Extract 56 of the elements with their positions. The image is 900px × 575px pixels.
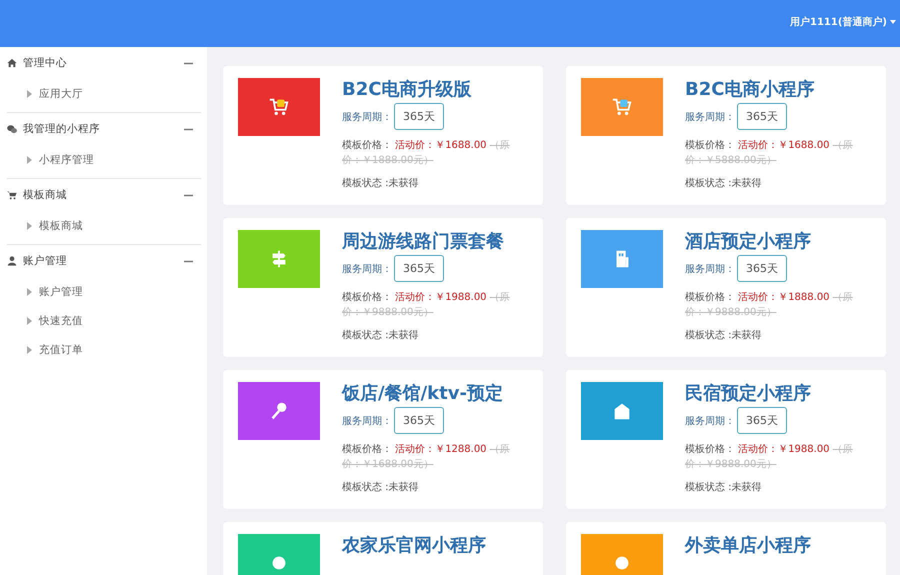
period-badge: 365天 (394, 255, 444, 282)
template-title[interactable]: 外卖单店小程序 (685, 534, 811, 558)
menu-item[interactable]: 模板商城 (39, 218, 83, 232)
menu-group-title[interactable]: 模板商城 (23, 188, 178, 202)
menu-group-title[interactable]: 管理中心 (23, 56, 178, 70)
price-text: 模板价格： 活动价：￥1988.00 （原价：￥9888.00元） (685, 442, 854, 472)
triangle-icon (27, 346, 32, 354)
menu-item[interactable]: 快速充值 (39, 314, 83, 328)
period-badge: 365天 (737, 103, 787, 130)
template-title[interactable]: 周边游线路门票套餐 (342, 230, 504, 254)
status-text: 模板状态 :未获得 (685, 480, 762, 494)
menu-item[interactable]: 小程序管理 (39, 152, 94, 166)
template-title[interactable]: 酒店预定小程序 (685, 230, 811, 254)
price-text: 模板价格： 活动价：￥1988.00 （原价：￥9888.00元） (342, 290, 511, 320)
period-label: 服务周期： (342, 262, 392, 276)
status-text: 模板状态 :未获得 (685, 176, 762, 190)
price-text: 模板价格： 活动价：￥1688.00 （原价：￥1888.00元） (342, 138, 511, 168)
cart-icon (268, 96, 290, 118)
price-text: 模板价格： 活动价：￥1288.00 （原价：￥1688.00元） (342, 442, 511, 472)
template-title[interactable]: 农家乐官网小程序 (342, 534, 486, 558)
template-title[interactable]: B2C电商小程序 (685, 78, 814, 102)
user-menu[interactable]: 用户1111(普通商户) (790, 14, 900, 28)
period-badge: 365天 (737, 255, 787, 282)
triangle-icon (27, 90, 32, 98)
template-title[interactable]: B2C电商升级版 (342, 78, 472, 102)
menu-group-title[interactable]: 账户管理 (23, 254, 178, 268)
status-text: 模板状态 :未获得 (342, 328, 419, 342)
period-label: 服务周期： (685, 262, 735, 276)
triangle-icon (27, 156, 32, 164)
period-badge: 365天 (737, 407, 787, 434)
home-icon (7, 58, 17, 68)
menu-group-title[interactable]: 我管理的小程序 (23, 122, 178, 136)
menu-item[interactable]: 充值订单 (39, 342, 83, 356)
period-badge: 365天 (394, 103, 444, 130)
period-label: 服务周期： (685, 110, 735, 124)
triangle-icon (27, 316, 32, 324)
cart-icon (611, 96, 633, 118)
period-label: 服务周期： (685, 414, 735, 428)
chat-bubbles-icon (7, 124, 17, 134)
template-title[interactable]: 饭店/餐馆/ktv-预定 (342, 382, 503, 406)
period-label: 服务周期： (342, 414, 392, 428)
period-label: 服务周期： (342, 110, 392, 124)
price-text: 模板价格： 活动价：￥1688.00 （原价：￥5888.00元） (685, 138, 854, 168)
period-badge: 365天 (394, 407, 444, 434)
template-title[interactable]: 民宿预定小程序 (685, 382, 811, 406)
status-text: 模板状态 :未获得 (342, 480, 419, 494)
caret-icon (890, 20, 896, 24)
status-text: 模板状态 :未获得 (685, 328, 762, 342)
user-icon (7, 256, 17, 266)
triangle-icon (27, 288, 32, 296)
menu-item[interactable]: 应用大厅 (39, 86, 83, 100)
menu-item[interactable]: 账户管理 (39, 284, 83, 298)
status-text: 模板状态 :未获得 (342, 176, 419, 190)
triangle-icon (27, 222, 32, 230)
cart-icon (7, 190, 17, 200)
price-text: 模板价格： 活动价：￥1888.00 （原价：￥9888.00元） (685, 290, 854, 320)
